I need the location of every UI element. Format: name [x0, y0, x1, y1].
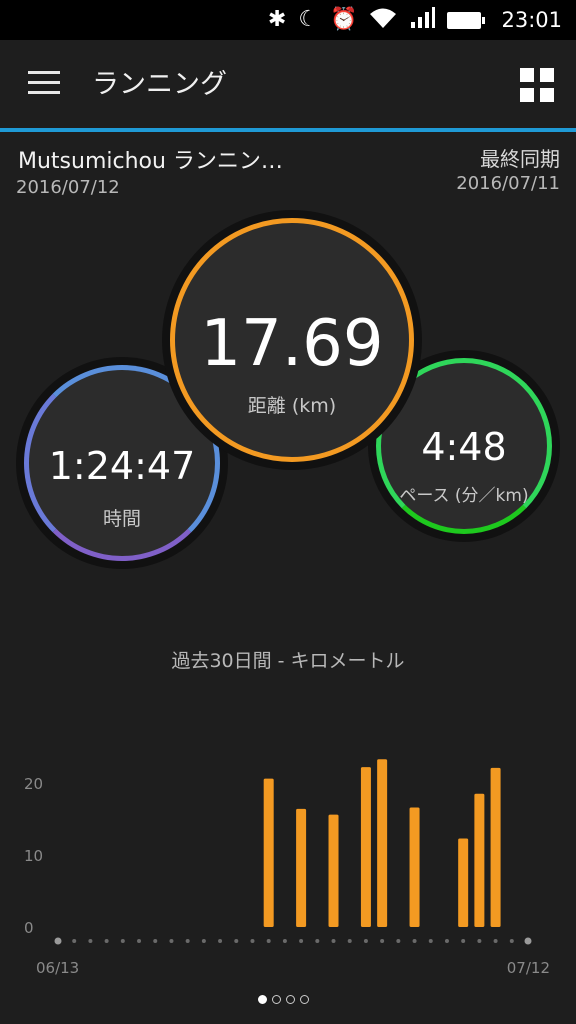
day-dot — [396, 939, 401, 943]
day-dot — [444, 939, 449, 943]
day-dot — [234, 939, 239, 943]
day-dot — [88, 939, 93, 943]
day-dot — [250, 939, 255, 943]
page-dot[interactable] — [300, 995, 309, 1004]
day-dot — [299, 939, 304, 943]
day-dot — [363, 939, 368, 943]
day-dot — [347, 939, 352, 943]
day-dot — [104, 939, 109, 943]
y-tick-label: 10 — [24, 847, 43, 865]
x-tick-label: 07/12 — [507, 959, 550, 977]
bar[interactable] — [360, 767, 371, 927]
day-dot — [493, 939, 498, 943]
clock: 23:01 — [501, 8, 562, 32]
day-dot — [412, 939, 417, 943]
day-dot — [380, 939, 385, 943]
chart-title: 過去30日間 - キロメートル — [171, 650, 405, 672]
pace-value: 4:48 — [421, 425, 507, 469]
y-tick-label: 0 — [24, 919, 34, 937]
alarm-icon: ⏰ — [330, 7, 358, 32]
time-value: 1:24:47 — [48, 444, 196, 488]
day-dot — [185, 939, 190, 943]
battery-icon — [447, 11, 486, 29]
sync-label: 最終同期 — [480, 147, 560, 171]
day-dot — [137, 939, 142, 943]
day-dot — [331, 939, 336, 943]
day-dot — [54, 937, 62, 945]
bar[interactable] — [377, 759, 388, 927]
day-dot — [201, 939, 206, 943]
activity-date: 2016/07/12 — [16, 177, 120, 198]
distance-label: 距離 (km) — [247, 395, 337, 417]
day-dot — [120, 939, 125, 943]
moon-icon: ☾ — [298, 7, 319, 32]
bar[interactable] — [263, 778, 274, 927]
x-tick-label: 06/13 — [36, 959, 79, 977]
status-bar: ✱ ☾ ⏰ 23:01 — [0, 0, 576, 40]
page-indicator — [258, 995, 309, 1004]
signal-icon — [409, 6, 436, 34]
bar[interactable] — [328, 814, 339, 927]
page-dot[interactable] — [272, 995, 281, 1004]
wifi-icon — [369, 7, 397, 34]
day-dot — [218, 939, 223, 943]
day-dot — [153, 939, 158, 943]
pace-label: ペース (分／km) — [399, 486, 529, 506]
day-dot — [477, 939, 482, 943]
page-title: ランニング — [92, 69, 227, 100]
time-label: 時間 — [102, 508, 141, 530]
day-dot — [509, 939, 514, 943]
distance-circle[interactable]: 17.69 距離 (km) — [170, 218, 414, 462]
distance-value: 17.69 — [200, 307, 384, 381]
day-dot — [428, 939, 433, 943]
divider — [0, 128, 576, 132]
menu-icon[interactable] — [28, 71, 60, 97]
grid-icon[interactable] — [520, 68, 554, 102]
app-bar: ランニング — [0, 40, 576, 128]
bar[interactable] — [409, 807, 420, 927]
bluetooth-icon: ✱ — [267, 7, 287, 32]
activity-name[interactable]: Mutsumichou ランニン… — [18, 143, 283, 175]
day-dot — [72, 939, 77, 943]
day-dot — [524, 937, 532, 945]
sync-date: 2016/07/11 — [456, 173, 560, 194]
day-dot — [315, 939, 320, 943]
day-dot — [461, 939, 466, 943]
page-dot[interactable] — [286, 995, 295, 1004]
bar[interactable] — [474, 793, 485, 927]
bar[interactable] — [296, 808, 307, 927]
bar[interactable] — [458, 838, 469, 927]
page-dot[interactable] — [258, 995, 267, 1004]
distance-bar-chart[interactable]: 0 10 20 06/13 07/12 — [0, 700, 576, 990]
distance-circle-wrap: 17.69 距離 (km) — [162, 210, 422, 470]
day-dot — [282, 939, 287, 943]
bar[interactable] — [490, 767, 501, 927]
y-tick-label: 20 — [24, 775, 43, 793]
day-dot — [266, 939, 271, 943]
day-dot — [169, 939, 174, 943]
